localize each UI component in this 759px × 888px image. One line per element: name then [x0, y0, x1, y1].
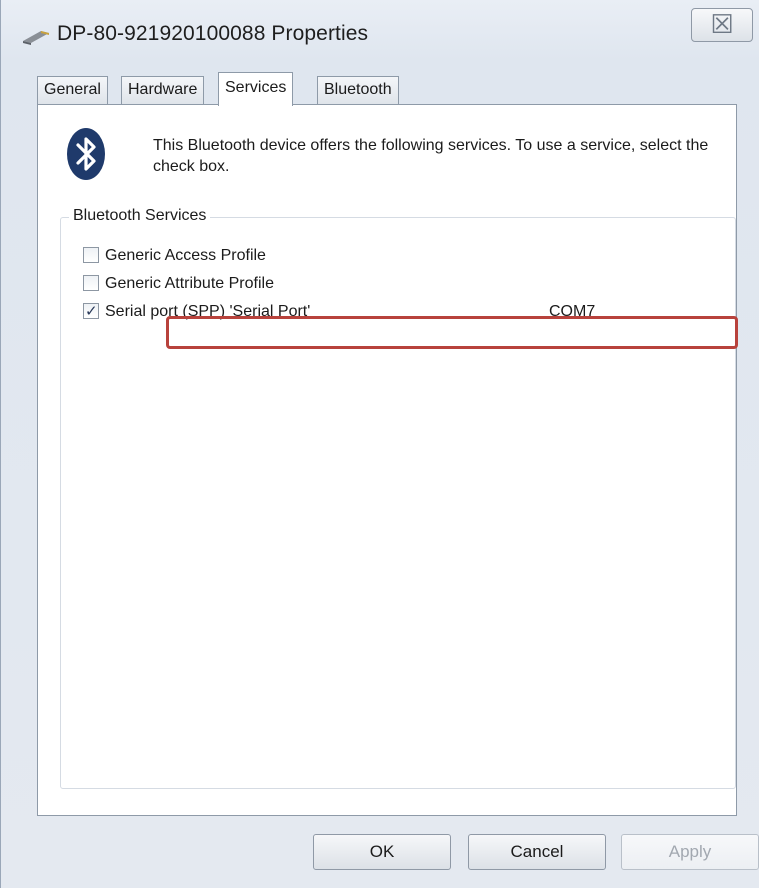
window-title: DP-80-921920100088 Properties — [57, 22, 369, 45]
close-icon: ☒ — [710, 9, 734, 39]
service-label: Generic Attribute Profile — [105, 275, 274, 292]
group-label: Bluetooth Services — [69, 207, 211, 225]
service-label: Generic Access Profile — [105, 247, 266, 264]
apply-button[interactable]: Apply — [621, 834, 759, 870]
bluetooth-services-group: Bluetooth Services Generic Access Profil… — [60, 207, 736, 789]
cancel-button[interactable]: Cancel — [468, 834, 606, 870]
service-checkbox[interactable] — [83, 247, 99, 263]
title-bar[interactable]: DP-80-921920100088 Properties ☒ — [1, 0, 759, 72]
tab-hardware[interactable]: Hardware — [121, 76, 205, 104]
properties-dialog: DP-80-921920100088 Properties ☒ General … — [0, 0, 759, 888]
tab-strip: General Hardware Services Bluetooth — [37, 72, 737, 106]
highlight-annotation-box — [166, 316, 738, 349]
service-checkbox-checked[interactable] — [83, 301, 99, 321]
services-panel: This Bluetooth device offers the followi… — [37, 104, 737, 816]
ok-button[interactable]: OK — [313, 834, 451, 870]
bluetooth-icon — [67, 128, 105, 180]
tab-general[interactable]: General — [37, 76, 108, 104]
close-button[interactable]: ☒ — [691, 8, 753, 42]
services-intro-text: This Bluetooth device offers the followi… — [153, 137, 709, 175]
tab-bluetooth[interactable]: Bluetooth — [317, 76, 399, 104]
service-checkbox[interactable] — [83, 275, 99, 291]
bluetooth-device-icon — [23, 31, 49, 45]
tab-services[interactable]: Services — [218, 72, 294, 106]
